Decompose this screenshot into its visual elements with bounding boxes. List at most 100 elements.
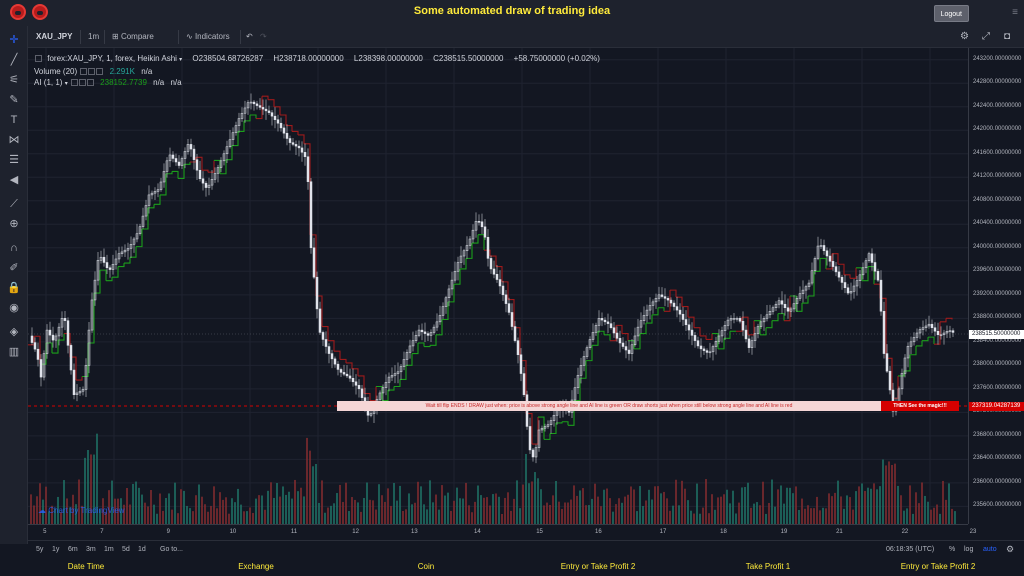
back-arrow-icon[interactable]: ◀ xyxy=(6,172,22,188)
eye-toggle-icon[interactable] xyxy=(80,68,88,76)
volume-bar xyxy=(696,483,698,524)
candle-body xyxy=(840,276,844,283)
crosshair-icon[interactable]: ✛ xyxy=(6,32,22,48)
price-chart[interactable] xyxy=(28,48,968,524)
candle-body xyxy=(318,308,322,333)
settings-gear-icon[interactable]: ⚙ xyxy=(960,26,969,48)
volume-bar xyxy=(315,463,317,524)
volume-bar xyxy=(549,505,551,524)
candle-body xyxy=(519,354,523,374)
volume-bar xyxy=(183,490,185,524)
price-tick: 240000.00000000 xyxy=(973,243,1022,250)
redo-icon[interactable]: ↷ xyxy=(260,26,267,48)
chart-pane[interactable]: forex:XAU_JPY, 1, forex, Heikin Ashi ▾ O… xyxy=(28,48,968,524)
ai-line-segment xyxy=(250,114,257,119)
layers-icon[interactable]: ◈ xyxy=(6,324,22,340)
eye-icon[interactable]: ◉ xyxy=(6,300,22,316)
volume-bar xyxy=(615,504,617,524)
fib-icon[interactable]: ⚟ xyxy=(6,72,22,88)
range-button[interactable]: 1y xyxy=(52,546,59,553)
interval-button[interactable]: 1m xyxy=(88,26,99,48)
ruler-icon[interactable]: ⟋ xyxy=(6,196,22,212)
close-mini-icon[interactable] xyxy=(86,79,94,87)
volume-bar xyxy=(735,513,737,524)
zoom-icon[interactable]: ⊕ xyxy=(6,216,22,232)
range-button[interactable]: 5d xyxy=(122,546,130,553)
camera-icon[interactable]: ◘ xyxy=(1004,26,1010,48)
clock-time[interactable]: 06:18:35 (UTC) xyxy=(886,546,934,553)
range-button[interactable]: 6m xyxy=(68,546,78,553)
collapse-icon[interactable] xyxy=(35,55,42,63)
ai-label[interactable]: AI (1, 1) xyxy=(34,78,62,87)
auto-toggle[interactable]: auto xyxy=(983,546,997,553)
volume-bar xyxy=(687,500,689,524)
tradingview-watermark[interactable]: ☁ Chart by TradingView xyxy=(38,506,125,515)
lock-icon[interactable]: 🔒 xyxy=(6,280,22,296)
range-button[interactable]: 3m xyxy=(86,546,96,553)
settings-mini-icon[interactable] xyxy=(78,79,86,87)
volume-bar xyxy=(543,505,545,524)
volume-bar xyxy=(453,500,455,524)
range-button[interactable]: 1m xyxy=(104,546,114,553)
logout-button[interactable]: Logout xyxy=(933,5,969,22)
candle-body xyxy=(483,226,487,238)
candle-body xyxy=(510,312,514,327)
magnet-icon[interactable]: ∩ xyxy=(6,240,22,256)
trend-line-icon[interactable]: ╱ xyxy=(6,52,22,68)
volume-bar xyxy=(768,502,770,524)
volume-bar xyxy=(594,483,596,524)
volume-bar xyxy=(723,494,725,524)
volume-bar xyxy=(144,502,146,524)
eye-toggle-icon[interactable] xyxy=(70,79,78,87)
settings-mini-icon[interactable] xyxy=(88,68,96,76)
volume-bar xyxy=(552,495,554,524)
volume-bar xyxy=(234,502,236,524)
dropdown-icon[interactable]: ▾ xyxy=(179,57,182,63)
volume-bar xyxy=(894,463,896,524)
range-button[interactable]: 5y xyxy=(36,546,43,553)
text-icon[interactable]: T xyxy=(6,112,22,128)
candle-body xyxy=(303,152,307,157)
fullscreen-icon[interactable]: ⤢ xyxy=(982,26,990,48)
candle-body xyxy=(501,285,505,296)
close-mini-icon[interactable] xyxy=(96,68,104,76)
symbol-search[interactable]: XAU_JPY xyxy=(36,26,72,48)
volume-bar xyxy=(243,511,245,524)
candle-body xyxy=(288,138,292,143)
volume-bar xyxy=(267,490,269,524)
volume-bar xyxy=(525,453,527,524)
pattern-icon[interactable]: ⋈ xyxy=(6,132,22,148)
volume-bar xyxy=(741,487,743,524)
prediction-icon[interactable]: ☰ xyxy=(6,152,22,168)
app-header: Some automated draw of trading idea Logo… xyxy=(0,0,1024,26)
volume-bar xyxy=(792,493,794,524)
price-axis[interactable]: 243200.00000000 242800.00000000 242400.000… xyxy=(968,48,1024,524)
range-button[interactable]: 1d xyxy=(138,546,146,553)
volume-bar xyxy=(33,505,35,524)
volume-bar xyxy=(201,496,203,524)
volume-label[interactable]: Volume (20) xyxy=(34,67,77,76)
axis-settings-icon[interactable]: ⚙ xyxy=(1006,544,1014,555)
time-axis[interactable]: 5 7 9 10 11 12 13 14 15 16 17 18 19 21 22 23 xyxy=(28,524,976,540)
brush-icon[interactable]: ✎ xyxy=(6,92,22,108)
percent-toggle[interactable]: % xyxy=(949,546,955,553)
indicators-button[interactable]: ∿ Indicators xyxy=(186,26,230,48)
candle-body xyxy=(612,327,616,334)
volume-bar xyxy=(858,486,860,524)
volume-bar xyxy=(327,507,329,524)
goto-button[interactable]: Go to... xyxy=(160,546,183,553)
volume-bar xyxy=(747,482,749,524)
undo-icon[interactable]: ↶ xyxy=(246,26,253,48)
ai-line-segment xyxy=(604,334,611,341)
volume-bar xyxy=(879,486,881,524)
volume-bar xyxy=(579,490,581,524)
volume-bar xyxy=(606,488,608,524)
dropdown-icon[interactable]: ▾ xyxy=(65,81,68,87)
pencil-lock-icon[interactable]: ✐ xyxy=(6,260,22,276)
compare-button[interactable]: ⊞ Compare xyxy=(112,26,154,48)
menu-icon[interactable]: ≡ xyxy=(1012,7,1018,18)
candle-body xyxy=(618,338,622,344)
price-tick: 241600.00000000 xyxy=(973,149,1022,156)
log-toggle[interactable]: log xyxy=(964,546,973,553)
trash-icon[interactable]: ▥ xyxy=(6,344,22,360)
